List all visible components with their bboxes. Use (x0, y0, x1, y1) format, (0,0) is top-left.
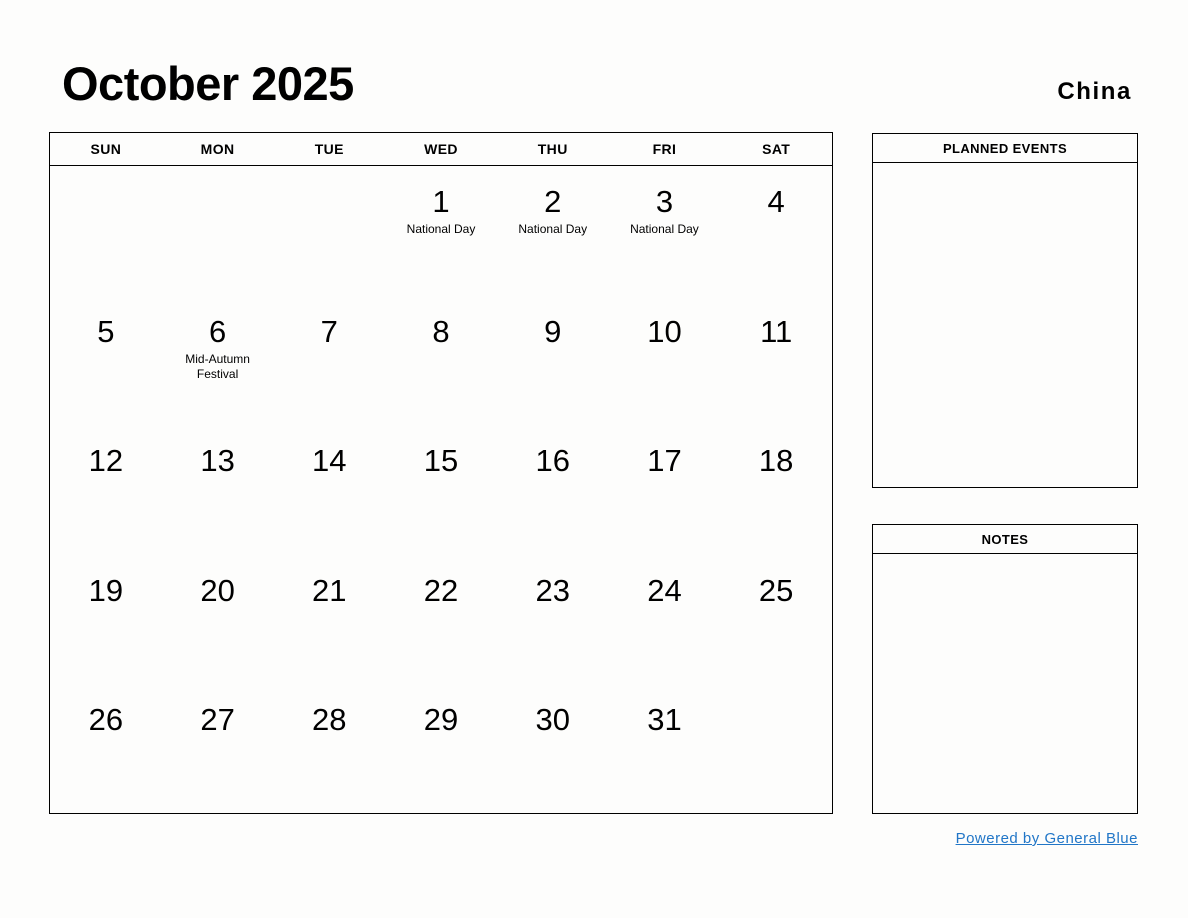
day-cell-empty (50, 166, 162, 296)
day-number: 8 (432, 313, 450, 349)
planned-events-panel: PLANNED EVENTS (872, 133, 1138, 488)
day-number: 31 (647, 702, 682, 738)
day-cell-empty (162, 166, 274, 296)
day-cell[interactable]: 13 (162, 425, 274, 555)
notes-title: NOTES (873, 525, 1137, 554)
day-number: 5 (97, 313, 115, 349)
day-cell[interactable]: 11 (720, 296, 832, 426)
day-event-label: National Day (518, 222, 588, 236)
day-number: 9 (544, 313, 562, 349)
weekday-header-wed: WED (424, 141, 458, 157)
day-number: 28 (312, 702, 347, 738)
day-cell[interactable]: 20 (162, 555, 274, 685)
day-number: 24 (647, 572, 682, 608)
day-number: 11 (760, 313, 793, 349)
day-cell[interactable]: 21 (273, 555, 385, 685)
day-cell[interactable]: 4 (720, 166, 832, 296)
planned-events-title: PLANNED EVENTS (873, 134, 1137, 163)
week-row: 1 National Day 2 National Day 3 National Day 4 (50, 166, 832, 296)
day-number: 13 (200, 443, 235, 479)
day-number: 16 (535, 443, 570, 479)
calendar-weeks: 1 National Day 2 National Day 3 National Day 4… (50, 166, 832, 814)
day-cell[interactable]: 8 (385, 296, 497, 426)
day-cell[interactable]: 29 (385, 684, 497, 814)
day-cell[interactable]: 14 (273, 425, 385, 555)
day-cell-empty (273, 166, 385, 296)
day-number: 10 (647, 313, 682, 349)
day-number: 19 (88, 572, 124, 608)
planned-events-body[interactable] (873, 163, 1137, 487)
day-number: 3 (655, 184, 674, 219)
week-row: 19 20 21 22 23 24 25 (50, 555, 832, 685)
day-cell[interactable]: 25 (720, 555, 832, 685)
powered-by-link[interactable]: Powered by General Blue (872, 830, 1138, 847)
day-cell[interactable]: 23 (497, 555, 609, 685)
day-number: 2 (544, 184, 562, 219)
day-event-label: National Day (406, 222, 476, 236)
day-number: 21 (312, 572, 347, 608)
page-title: October 2025 (62, 57, 354, 110)
calendar-page: October 2025 China SUN MON TUE WED THU FRI SAT… (0, 0, 1188, 918)
day-cell[interactable]: 16 (497, 425, 609, 555)
calendar-grid: SUN MON TUE WED THU FRI SAT 1 National Day 2 Nati… (49, 132, 833, 814)
weekday-header-thu: THU (537, 141, 568, 157)
day-number: 30 (535, 702, 570, 738)
weekday-header-tue: TUE (314, 141, 344, 157)
day-number: 12 (88, 443, 124, 479)
day-number: 14 (312, 443, 347, 479)
notes-body[interactable] (873, 554, 1137, 813)
day-number: 15 (423, 443, 459, 479)
day-cell[interactable]: 31 (609, 684, 721, 814)
day-cell[interactable]: 18 (720, 425, 832, 555)
day-number: 17 (647, 443, 682, 479)
day-number: 26 (88, 702, 124, 738)
notes-panel: NOTES (872, 524, 1138, 814)
day-cell[interactable]: 10 (609, 296, 721, 426)
day-number: 23 (535, 572, 570, 608)
day-cell[interactable]: 28 (273, 684, 385, 814)
day-number: 25 (758, 572, 794, 608)
day-cell[interactable]: 2 National Day (497, 166, 609, 296)
day-event-label: Mid-Autumn Festival (185, 351, 250, 381)
page-header: October 2025 China (0, 0, 1188, 128)
day-cell[interactable]: 22 (385, 555, 497, 685)
day-cell[interactable]: 26 (50, 684, 162, 814)
day-number: 29 (423, 702, 459, 738)
week-row: 5 6 Mid-Autumn Festival 7 8 9 10 11 (50, 296, 832, 426)
day-number: 18 (758, 443, 794, 479)
weekday-header-sat: SAT (762, 141, 791, 157)
day-number: 1 (432, 184, 450, 219)
day-cell[interactable]: 15 (385, 425, 497, 555)
week-row: 12 13 14 15 16 17 18 (50, 425, 832, 555)
day-number: 22 (423, 572, 459, 608)
weekday-header-row: SUN MON TUE WED THU FRI SAT (50, 133, 832, 166)
weekday-header-sun: SUN (90, 141, 122, 157)
day-number: 27 (200, 702, 235, 738)
day-cell[interactable]: 12 (50, 425, 162, 555)
day-cell[interactable]: 7 (273, 296, 385, 426)
day-number: 7 (320, 313, 338, 349)
country-label: China (1057, 78, 1132, 105)
day-cell[interactable]: 17 (609, 425, 721, 555)
weekday-header-fri: FRI (652, 141, 677, 157)
day-number: 4 (767, 184, 785, 219)
day-cell[interactable]: 19 (50, 555, 162, 685)
day-cell[interactable]: 6 Mid-Autumn Festival (162, 296, 274, 426)
day-cell[interactable]: 30 (497, 684, 609, 814)
day-cell[interactable]: 3 National Day (609, 166, 721, 296)
day-cell[interactable]: 24 (609, 555, 721, 685)
week-row: 26 27 28 29 30 31 (50, 684, 832, 814)
day-cell[interactable]: 9 (497, 296, 609, 426)
day-cell-empty (720, 684, 832, 814)
day-event-label: National Day (630, 222, 699, 236)
day-number: 6 (208, 313, 227, 349)
weekday-header-mon: MON (200, 141, 235, 157)
day-cell[interactable]: 27 (162, 684, 274, 814)
day-cell[interactable]: 1 National Day (385, 166, 497, 296)
day-number: 20 (200, 572, 235, 608)
day-cell[interactable]: 5 (50, 296, 162, 426)
